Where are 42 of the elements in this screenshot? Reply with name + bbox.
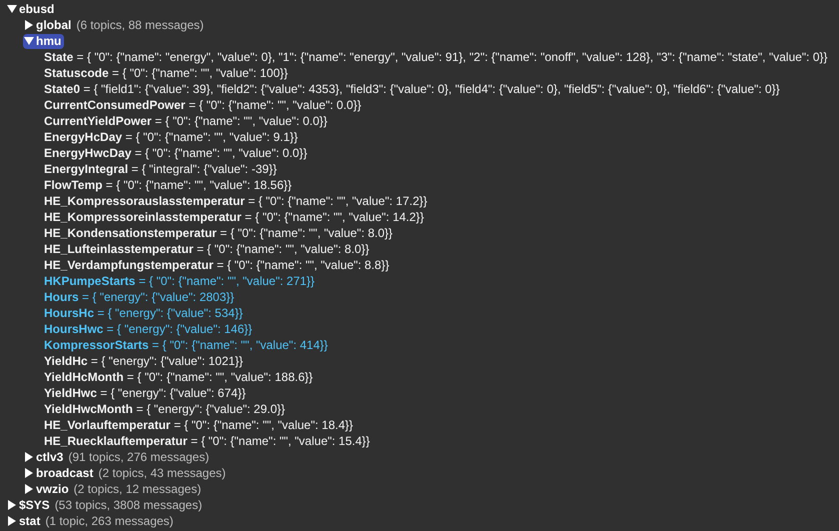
- topic-summary: (53 topics, 3808 messages): [54, 497, 202, 513]
- tree-node[interactable]: hmu: [23, 34, 64, 48]
- tree-node[interactable]: vwzio: [23, 482, 72, 496]
- tree-node[interactable]: stat: [6, 514, 44, 528]
- tree-node[interactable]: $SYS: [6, 498, 53, 512]
- tree-node[interactable]: ctlv3: [23, 450, 66, 464]
- topic-summary: (2 topics, 12 messages): [74, 481, 202, 497]
- topic-value[interactable]: HE_Kompressoreinlasstemperatur = { "0": {"name": "", "value": 14.2}}: [44, 209, 424, 225]
- topic-summary: (91 topics, 276 messages): [68, 449, 210, 465]
- topic-value[interactable]: HoursHwc = { "energy": {"value": 146}}: [44, 321, 252, 337]
- topic-value[interactable]: Statuscode = { "0": {"name": "", "value": 100}}: [44, 65, 288, 81]
- topic-value[interactable]: KompressorStarts = { "0": {"name": "", "value": 414}}: [44, 337, 328, 353]
- topic-value[interactable]: State = { "0": {"name": "energy", "value": 0}, "1": {"name": "energy", "value": 91}, "2": {"name": "onoff", "value": 128}, "3": {"name": "state", "value": 0}}: [44, 49, 828, 65]
- topic-value[interactable]: EnergyHcDay = { "0": {"name": "", "value": 9.1}}: [44, 129, 298, 145]
- topic-summary: (6 topics, 88 messages): [76, 17, 204, 33]
- tree-node[interactable]: ebusd: [6, 2, 58, 16]
- topic-value[interactable]: HE_Kompressorauslasstemperatur = { "0": {"name": "", "value": 17.2}}: [44, 193, 428, 209]
- topic-value[interactable]: YieldHwc = { "energy": {"value": 674}}: [44, 385, 246, 401]
- collapse-triangle-icon[interactable]: [24, 36, 34, 46]
- topic-value[interactable]: CurrentYieldPower = { "0": {"name": "", "value": 0.0}}: [44, 113, 328, 129]
- tree-node[interactable]: broadcast: [23, 466, 96, 480]
- topic-value[interactable]: HE_Vorlauftemperatur = { "0": {"name": "", "value": 18.4}}: [44, 417, 354, 433]
- topic-value[interactable]: HE_Verdampfungstemperatur = { "0": {"name": "", "value": 8.8}}: [44, 257, 390, 273]
- topic-value[interactable]: HE_Kondensationstemperatur = { "0": {"name": "", "value": 8.0}}: [44, 225, 393, 241]
- topic-value[interactable]: FlowTemp = { "0": {"name": "", "value": 18.56}}: [44, 177, 292, 193]
- topic-value[interactable]: State0 = { "field1": {"value": 39}, "field2": {"value": 4353}, "field3": {"value": 0}, "field4": {"value": 0}, "field5": {"value": 0}, "field6": {"value": 0}}: [44, 81, 780, 97]
- topic-value[interactable]: HE_Lufteinlasstemperatur = { "0": {"name": "", "value": 8.0}}: [44, 241, 370, 257]
- topic-value[interactable]: CurrentConsumedPower = { "0": {"name": "", "value": 0.0}}: [44, 97, 362, 113]
- tree-node[interactable]: global: [23, 18, 74, 32]
- topic-value[interactable]: HKPumpeStarts = { "0": {"name": "", "value": 271}}: [44, 273, 315, 289]
- topic-value[interactable]: EnergyIntegral = { "integral": {"value": -39}}: [44, 161, 277, 177]
- expand-triangle-icon[interactable]: [24, 20, 34, 30]
- topic-summary: (1 topic, 263 messages): [45, 513, 174, 529]
- topic-value[interactable]: HoursHc = { "energy": {"value": 534}}: [44, 305, 243, 321]
- collapse-triangle-icon[interactable]: [7, 4, 17, 14]
- topic-value[interactable]: YieldHcMonth = { "0": {"name": "", "value": 188.6}}: [44, 369, 313, 385]
- topic-value[interactable]: YieldHc = { "energy": {"value": 1021}}: [44, 353, 244, 369]
- topic-value[interactable]: YieldHwcMonth = { "energy": {"value": 29.0}}: [44, 401, 286, 417]
- topic-value[interactable]: Hours = { "energy": {"value": 2803}}: [44, 289, 234, 305]
- topic-value[interactable]: EnergyHwcDay = { "0": {"name": "", "value": 0.0}}: [44, 145, 308, 161]
- topic-value[interactable]: HE_Ruecklauftemperatur = { "0": {"name": "", "value": 15.4}}: [44, 433, 370, 449]
- topic-summary: (2 topics, 43 messages): [98, 465, 226, 481]
